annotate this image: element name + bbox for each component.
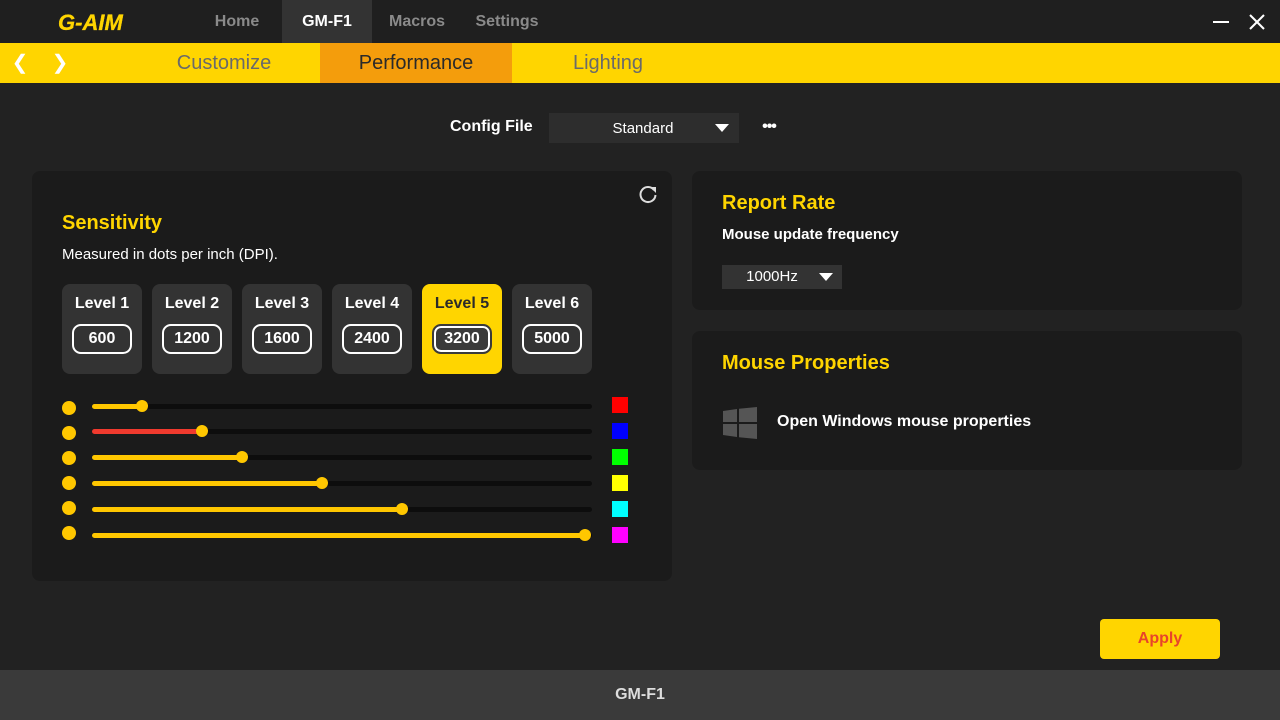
tab-settings[interactable]: Settings bbox=[464, 0, 550, 43]
level-name: Level 1 bbox=[74, 295, 130, 312]
dpi-slider[interactable] bbox=[92, 425, 592, 437]
apply-button[interactable]: Apply bbox=[1100, 619, 1220, 659]
tab-label: GM-F1 bbox=[302, 13, 352, 30]
sensitivity-subtitle: Measured in dots per inch (DPI). bbox=[62, 246, 278, 263]
level-card-3[interactable]: Level 3 1600 bbox=[242, 284, 322, 374]
level-name: Level 2 bbox=[164, 295, 220, 312]
level-name: Level 6 bbox=[524, 295, 580, 312]
open-mouse-properties-link[interactable]: Open Windows mouse properties bbox=[777, 413, 1031, 431]
mouse-properties-title: Mouse Properties bbox=[722, 352, 890, 374]
level-name: Level 4 bbox=[344, 295, 400, 312]
tab-macros[interactable]: Macros bbox=[378, 0, 456, 43]
status-footer: GM-F1 bbox=[0, 670, 1280, 720]
tab-home[interactable]: Home bbox=[196, 0, 278, 43]
windows-icon bbox=[723, 407, 757, 439]
dpi-slider[interactable] bbox=[92, 400, 592, 412]
dpi-slider[interactable] bbox=[92, 477, 592, 489]
config-file-dropdown[interactable]: Standard bbox=[549, 113, 739, 143]
tab-performance[interactable]: Performance bbox=[320, 43, 512, 83]
dpi-value-input[interactable]: 1200 bbox=[162, 324, 222, 354]
level-name: Level 5 bbox=[434, 295, 490, 312]
config-file-value: Standard bbox=[612, 120, 674, 137]
dpi-slider[interactable] bbox=[92, 529, 592, 541]
g-aim-logo: G-AIM bbox=[58, 10, 124, 34]
level-name: Level 3 bbox=[254, 295, 310, 312]
level-card-4[interactable]: Level 4 2400 bbox=[332, 284, 412, 374]
report-rate-title: Report Rate bbox=[722, 192, 836, 214]
level-toggle-dot[interactable] bbox=[62, 451, 76, 465]
level-color-swatch[interactable] bbox=[612, 527, 628, 543]
tab-customize[interactable]: Customize bbox=[128, 43, 320, 83]
report-rate-subtitle: Mouse update frequency bbox=[722, 226, 899, 243]
slider-fill bbox=[92, 455, 242, 460]
dpi-slider[interactable] bbox=[92, 503, 592, 515]
level-toggle-dot[interactable] bbox=[62, 426, 76, 440]
tab-label: Macros bbox=[388, 13, 446, 30]
dpi-value-input[interactable]: 3200 bbox=[432, 324, 492, 354]
level-card-1[interactable]: Level 1 600 bbox=[62, 284, 142, 374]
level-toggle-dot[interactable] bbox=[62, 501, 76, 515]
tab-label: Home bbox=[214, 13, 260, 30]
level-card-2[interactable]: Level 2 1200 bbox=[152, 284, 232, 374]
dpi-slider[interactable] bbox=[92, 451, 592, 463]
slider-handle[interactable] bbox=[396, 503, 408, 515]
tab-label: Lighting bbox=[572, 52, 644, 74]
tab-gm-f1[interactable]: GM-F1 bbox=[282, 0, 372, 43]
chevron-down-icon bbox=[819, 273, 833, 281]
dpi-value-input[interactable]: 600 bbox=[72, 324, 132, 354]
dpi-value-input[interactable]: 5000 bbox=[522, 324, 582, 354]
sub-navigation: ❮ ❯ Customize Performance Lighting bbox=[0, 43, 1280, 83]
slider-handle[interactable] bbox=[136, 400, 148, 412]
level-card-6[interactable]: Level 6 5000 bbox=[512, 284, 592, 374]
dpi-value-input[interactable]: 1600 bbox=[252, 324, 312, 354]
slider-fill bbox=[92, 533, 585, 538]
chevron-down-icon bbox=[715, 124, 729, 132]
report-rate-dropdown[interactable]: 1000Hz bbox=[722, 265, 842, 289]
tab-lighting[interactable]: Lighting bbox=[512, 43, 704, 83]
chevron-right-icon[interactable]: ❯ bbox=[50, 51, 70, 75]
level-color-swatch[interactable] bbox=[612, 397, 628, 413]
title-bar: G-AIM Home GM-F1 Macros Settings bbox=[0, 0, 1280, 43]
config-file-label: Config File bbox=[450, 118, 533, 135]
level-toggle-dot[interactable] bbox=[62, 401, 76, 415]
logo-text: G-AIM bbox=[58, 10, 123, 34]
tab-label: Performance bbox=[358, 52, 474, 74]
level-toggle-dot[interactable] bbox=[62, 476, 76, 490]
dpi-value-input[interactable]: 2400 bbox=[342, 324, 402, 354]
sensitivity-title: Sensitivity bbox=[62, 212, 163, 234]
slider-fill bbox=[92, 481, 322, 486]
slider-handle[interactable] bbox=[236, 451, 248, 463]
device-name: GM-F1 bbox=[615, 686, 665, 703]
slider-fill bbox=[92, 429, 202, 434]
slider-fill bbox=[92, 404, 142, 409]
slider-fill bbox=[92, 507, 402, 512]
tab-label: Customize bbox=[176, 52, 272, 74]
level-toggle-dot[interactable] bbox=[62, 526, 76, 540]
level-color-swatch[interactable] bbox=[612, 423, 628, 439]
slider-handle[interactable] bbox=[316, 477, 328, 489]
level-color-swatch[interactable] bbox=[612, 475, 628, 491]
close-icon[interactable] bbox=[1245, 10, 1269, 34]
refresh-icon[interactable] bbox=[637, 184, 659, 206]
more-icon[interactable]: ••• bbox=[759, 117, 779, 137]
tab-label: Settings bbox=[475, 13, 539, 30]
level-color-swatch[interactable] bbox=[612, 449, 628, 465]
slider-handle[interactable] bbox=[196, 425, 208, 437]
level-color-swatch[interactable] bbox=[612, 501, 628, 517]
slider-handle[interactable] bbox=[579, 529, 591, 541]
chevron-left-icon[interactable]: ❮ bbox=[10, 51, 30, 75]
minimize-icon[interactable] bbox=[1209, 10, 1233, 34]
level-card-5[interactable]: Level 5 3200 bbox=[422, 284, 502, 374]
